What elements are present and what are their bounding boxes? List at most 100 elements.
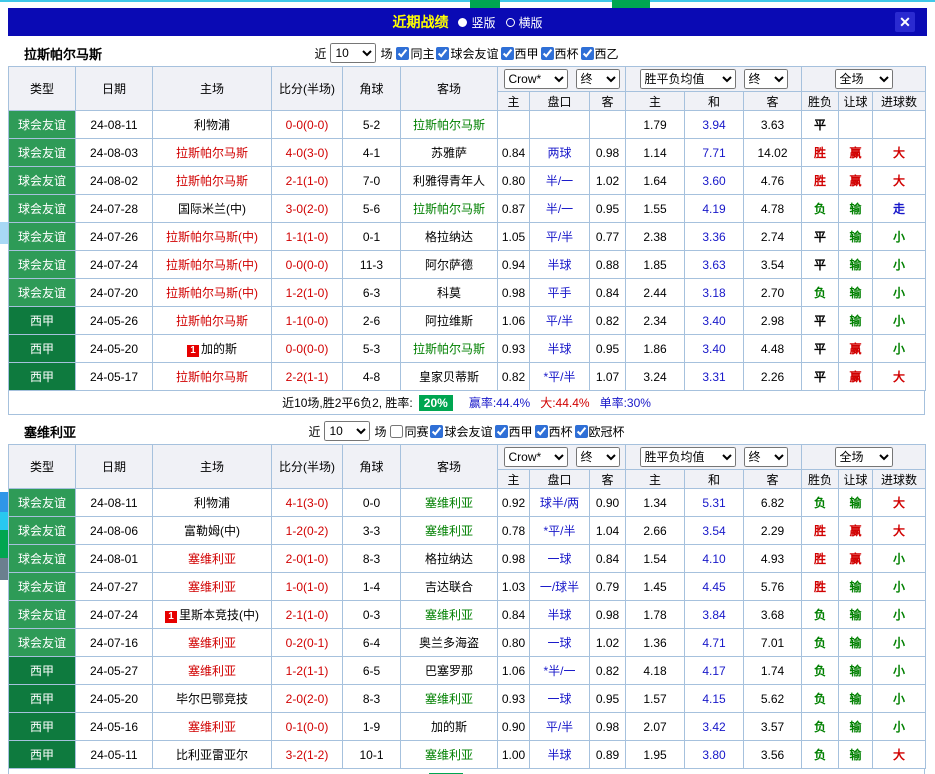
scope-select[interactable]: 全场: [835, 447, 893, 467]
match-date: 24-05-11: [76, 741, 153, 769]
avg-odds-select[interactable]: 胜平负均值: [640, 69, 736, 89]
odds-company-select[interactable]: Crow*: [504, 69, 568, 89]
result: 平: [802, 251, 839, 279]
filter-checkbox[interactable]: 西甲: [501, 45, 539, 62]
avg-away: 3.68: [744, 601, 802, 629]
avg-home: 2.44: [626, 279, 685, 307]
odds-home: 0.98: [498, 279, 530, 307]
odds-home: 1.05: [498, 223, 530, 251]
footer-stat: 赢率:44.4%: [469, 396, 530, 410]
match-row: 西甲24-05-201加的斯0-0(0-0)5-3拉斯帕尔马斯0.93半球0.9…: [9, 335, 926, 363]
odds-group-header: Crow* 终: [498, 67, 626, 92]
layout-horizontal-radio[interactable]: 横版: [506, 14, 543, 31]
avg-away: 2.70: [744, 279, 802, 307]
result: 平: [802, 363, 839, 391]
avg-away: 2.98: [744, 307, 802, 335]
scope-select[interactable]: 全场: [835, 69, 893, 89]
goals-result: 大: [873, 517, 926, 545]
avg-away: 3.63: [744, 111, 802, 139]
goals-result: 小: [873, 629, 926, 657]
away-team: 加的斯: [401, 713, 498, 741]
col-header-corner: 角球: [343, 67, 401, 111]
handicap: 两球: [530, 139, 590, 167]
handicap-result: 赢: [839, 363, 873, 391]
handicap: [530, 111, 590, 139]
match-count-select[interactable]: 10: [324, 421, 370, 441]
handicap: 平/半: [530, 713, 590, 741]
goals-result: 小: [873, 573, 926, 601]
avg-draw: 3.54: [685, 517, 744, 545]
handicap: 一球: [530, 545, 590, 573]
odds-away: 1.07: [590, 363, 626, 391]
filter-checkbox[interactable]: 欧冠杯: [575, 423, 625, 440]
result: 负: [802, 713, 839, 741]
home-team: 塞维利亚: [153, 713, 272, 741]
match-date: 24-05-20: [76, 335, 153, 363]
filter-checkbox[interactable]: 同主: [396, 45, 434, 62]
odds-home: 0.82: [498, 363, 530, 391]
col-header-goals: 进球数: [873, 92, 926, 111]
corners: 11-3: [343, 251, 401, 279]
odds-away: 0.95: [590, 685, 626, 713]
col-header-result: 胜负: [802, 470, 839, 489]
filter-checkbox[interactable]: 球会友谊: [436, 45, 498, 62]
col-header-handicap: 盘口: [530, 470, 590, 489]
avg-home: 1.34: [626, 489, 685, 517]
away-team: 吉达联合: [401, 573, 498, 601]
away-team: 科莫: [401, 279, 498, 307]
avg-draw: 3.94: [685, 111, 744, 139]
home-team: 富勒姆(中): [153, 517, 272, 545]
match-date: 24-05-20: [76, 685, 153, 713]
result: 负: [802, 657, 839, 685]
odds-time-select[interactable]: 终: [576, 447, 620, 467]
footer-stats: 赢率:44.4%大:44.4%单率:30%: [459, 394, 651, 411]
goals-result: 小: [873, 657, 926, 685]
odds-group-header: Crow* 终: [498, 445, 626, 470]
match-count-select[interactable]: 10: [330, 43, 376, 63]
games-label: 场: [374, 423, 386, 440]
avg-time-select[interactable]: 终: [744, 69, 788, 89]
corners: 8-3: [343, 545, 401, 573]
handicap: 一球: [530, 685, 590, 713]
filter-checkbox[interactable]: 西杯: [541, 45, 579, 62]
score: 1-2(1-1): [272, 657, 343, 685]
filter-checkbox[interactable]: 同赛: [390, 423, 428, 440]
goals-result: 大: [873, 139, 926, 167]
filters: 近 10 场 同主球会友谊西甲西杯西乙: [314, 43, 620, 63]
layout-vertical-radio[interactable]: 竖版: [458, 14, 495, 31]
col-header-let: 让球: [839, 470, 873, 489]
avg-time-select[interactable]: 终: [744, 447, 788, 467]
match-row: 球会友谊24-08-01塞维利亚2-0(1-0)8-3格拉纳达0.98一球0.8…: [9, 545, 926, 573]
handicap: *半/一: [530, 657, 590, 685]
radio-vertical-label: 竖版: [471, 14, 495, 31]
avg-odds-select[interactable]: 胜平负均值: [640, 447, 736, 467]
team-name: 塞维利亚: [24, 422, 76, 441]
match-date: 24-07-20: [76, 279, 153, 307]
away-team: 塞维利亚: [401, 601, 498, 629]
filter-checkbox[interactable]: 西杯: [535, 423, 573, 440]
near-label: 近: [314, 45, 326, 62]
close-icon[interactable]: ✕: [895, 12, 915, 32]
col-header-goals: 进球数: [873, 470, 926, 489]
home-team: 拉斯帕尔马斯: [153, 167, 272, 195]
odds-time-select[interactable]: 终: [576, 69, 620, 89]
avg-draw: 3.18: [685, 279, 744, 307]
score: 3-2(1-2): [272, 741, 343, 769]
match-date: 24-05-26: [76, 307, 153, 335]
home-team: 塞维利亚: [153, 573, 272, 601]
corners: 10-1: [343, 741, 401, 769]
score: 0-0(0-0): [272, 111, 343, 139]
filter-checkbox[interactable]: 球会友谊: [430, 423, 492, 440]
odds-away: 0.95: [590, 335, 626, 363]
filter-row: 塞维利亚 近 10 场 同赛球会友谊西甲西杯欧冠杯: [8, 418, 927, 444]
filter-checkbox[interactable]: 西甲: [495, 423, 533, 440]
odds-company-select[interactable]: Crow*: [504, 447, 568, 467]
avg-home: 2.34: [626, 307, 685, 335]
avg-group-header: 胜平负均值 终: [626, 67, 802, 92]
away-team: 利雅得青年人: [401, 167, 498, 195]
filter-checkbox[interactable]: 西乙: [581, 45, 619, 62]
handicap-result: 输: [839, 251, 873, 279]
handicap-result: 赢: [839, 139, 873, 167]
match-row: 球会友谊24-08-11利物浦4-1(3-0)0-0塞维利亚0.92球半/两0.…: [9, 489, 926, 517]
match-type: 球会友谊: [9, 517, 76, 545]
